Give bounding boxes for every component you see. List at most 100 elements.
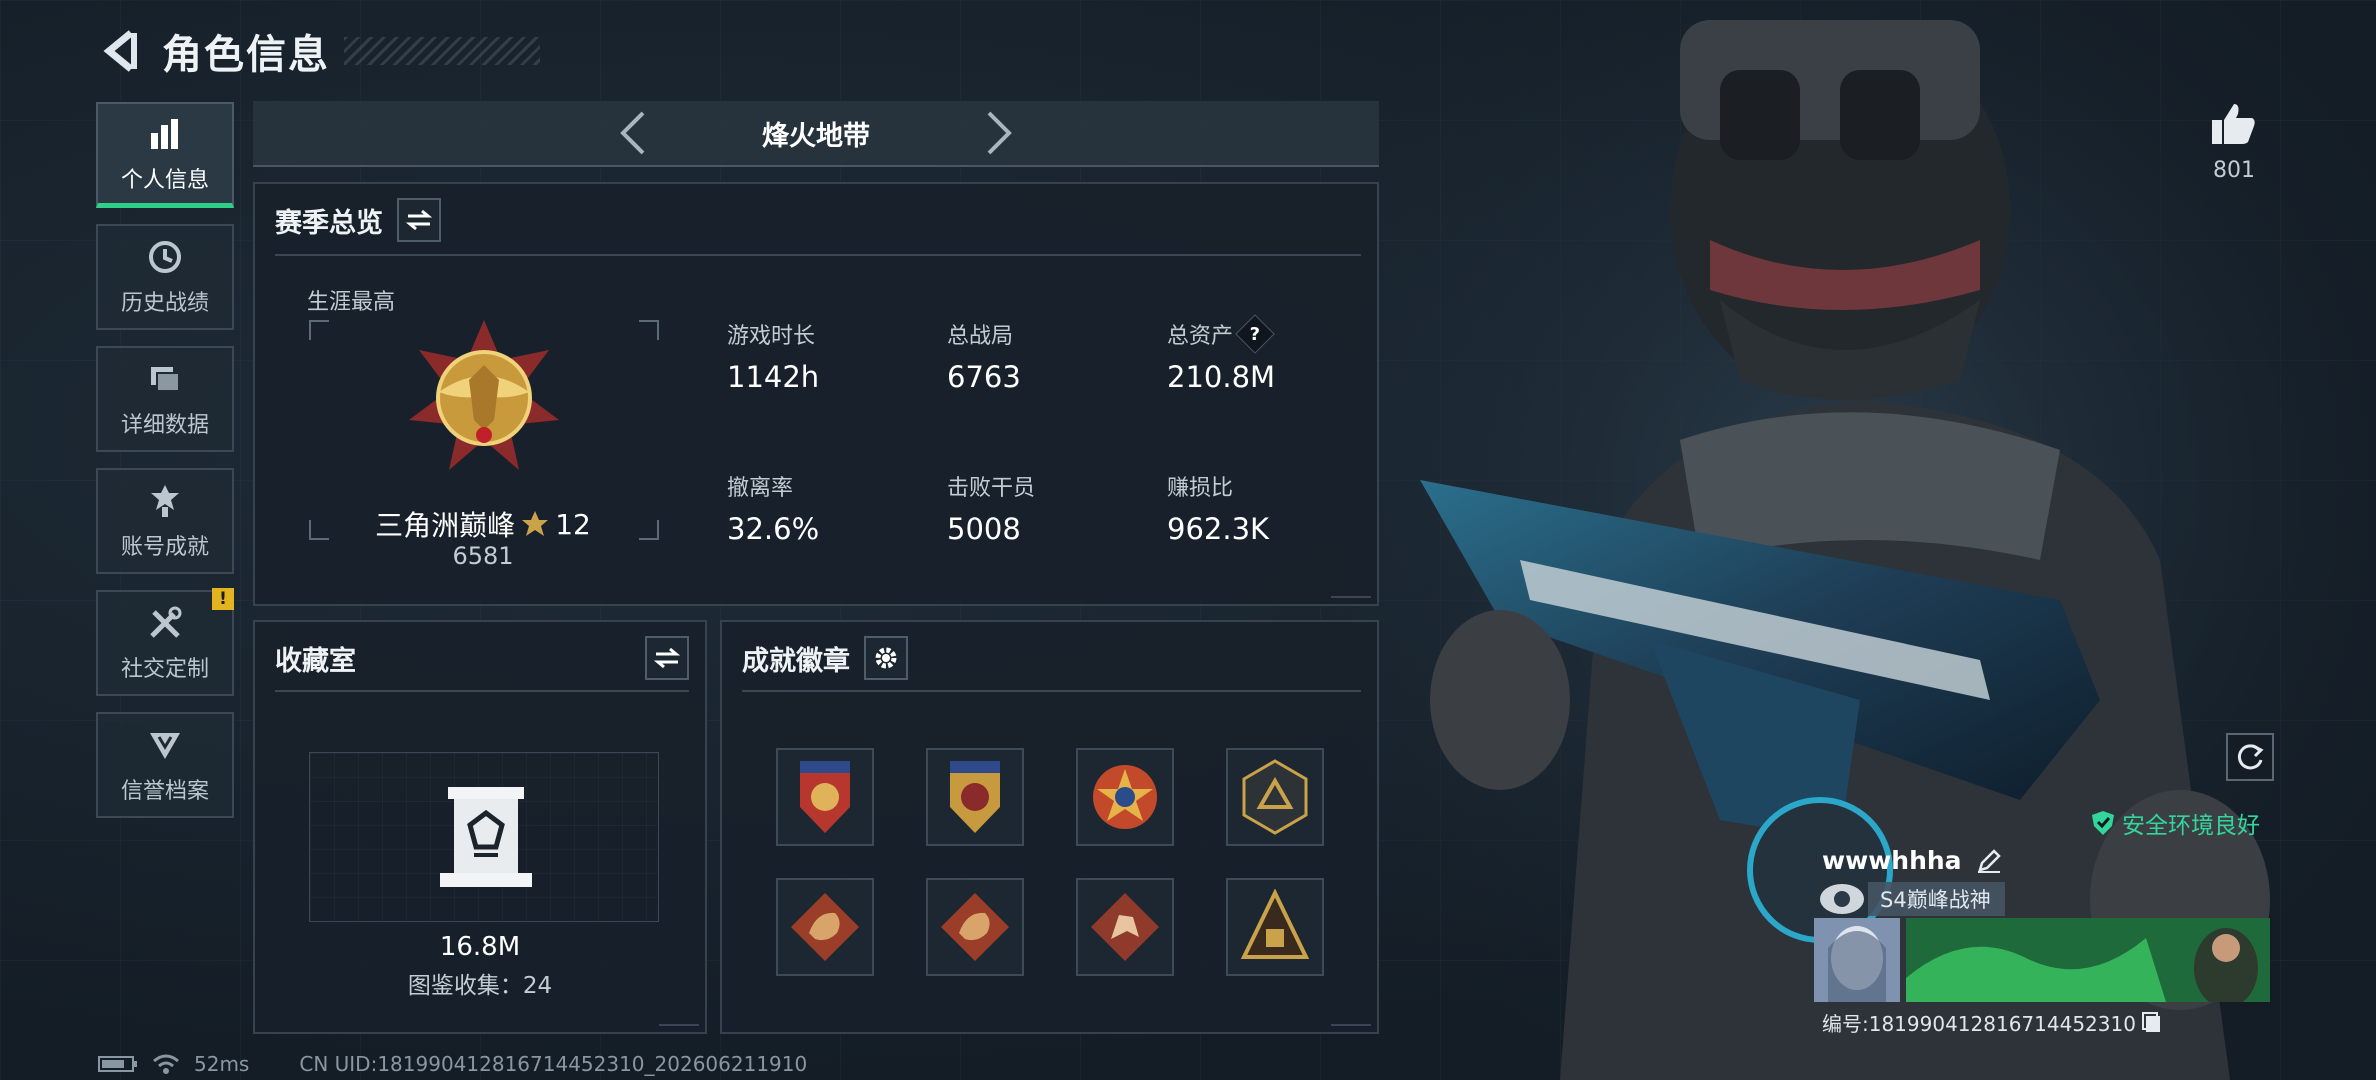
nav-label: 详细数据 bbox=[120, 413, 209, 438]
corner-decoration bbox=[1331, 588, 1371, 598]
season-switch-button[interactable] bbox=[397, 198, 441, 242]
player-card: wwwhhha S4巅峰战神 编号:181990412816714452310 bbox=[1812, 838, 2272, 1038]
refresh-icon bbox=[2237, 744, 2264, 770]
stat-label: 总战局 bbox=[947, 324, 1014, 349]
stat-value: 6763 bbox=[947, 360, 1021, 394]
achievement-badge[interactable] bbox=[1226, 748, 1324, 846]
shield-badge-icon bbox=[950, 761, 1000, 833]
like-count: 801 bbox=[2213, 158, 2255, 183]
divider bbox=[275, 254, 1361, 256]
dragon-badge-icon bbox=[941, 893, 1009, 961]
nav-label: 历史战绩 bbox=[120, 291, 209, 316]
collection-showcase[interactable] bbox=[309, 752, 659, 922]
stat-value: 962.3K bbox=[1167, 512, 1270, 546]
pyramid-badge-icon bbox=[1240, 889, 1310, 959]
edit-icon[interactable] bbox=[1976, 848, 2002, 874]
stat-total-matches: 总战局 6763 bbox=[947, 318, 1147, 394]
achievement-badge[interactable] bbox=[776, 878, 874, 976]
season-header: 赛季总览 bbox=[275, 198, 441, 242]
rank-points: 6581 bbox=[452, 542, 514, 570]
player-name-row: wwwhhha bbox=[1822, 846, 2002, 875]
collection-header: 收藏室 bbox=[275, 636, 689, 680]
rank-emblem-icon bbox=[409, 320, 559, 470]
player-name: wwwhhha bbox=[1822, 846, 1962, 875]
player-title-row: S4巅峰战神 bbox=[1818, 882, 2005, 916]
shield-check-icon bbox=[2092, 811, 2114, 835]
divider bbox=[275, 690, 689, 692]
achievement-badge[interactable] bbox=[926, 748, 1024, 846]
player-cards bbox=[1814, 918, 2270, 1002]
wifi-icon bbox=[153, 1054, 179, 1074]
help-button[interactable]: ? bbox=[1235, 314, 1275, 354]
nav-item-personal-info[interactable]: 个人信息 bbox=[96, 102, 234, 208]
avatar[interactable] bbox=[1814, 918, 1900, 1002]
nav-item-credit[interactable]: 信誉档案 bbox=[96, 712, 234, 818]
safety-status: 安全环境良好 bbox=[2090, 806, 2260, 840]
swap-icon bbox=[406, 209, 432, 231]
mode-selector: 烽火地带 bbox=[253, 101, 1379, 167]
stat-label: 总资产 bbox=[1167, 324, 1234, 349]
stat-extract-rate: 撤离率 32.6% bbox=[727, 470, 927, 546]
nav-label: 社交定制 bbox=[120, 657, 209, 682]
thumbs-up-icon bbox=[2212, 104, 2255, 144]
refresh-button[interactable] bbox=[2226, 733, 2274, 781]
player-uid-row: 编号:181990412816714452310 bbox=[1822, 1008, 2162, 1037]
season-overview-panel: 赛季总览 生涯最高 三角洲巅峰 12 6581 游戏时长 1142h 总战局 6… bbox=[253, 182, 1379, 606]
stat-value: 1142h bbox=[727, 360, 820, 394]
nav-item-social-custom[interactable]: 社交定制 ! bbox=[96, 588, 234, 696]
collection-value: 16.8M bbox=[439, 932, 521, 962]
stat-label: 赚损比 bbox=[1167, 476, 1234, 501]
collection-switch-button[interactable] bbox=[645, 636, 689, 680]
stat-total-assets: 总资产 ? 210.8M bbox=[1167, 314, 1367, 394]
stat-value: 5008 bbox=[947, 512, 1021, 546]
back-arrow-icon bbox=[103, 30, 137, 72]
nav-item-history[interactable]: 历史战绩 bbox=[96, 224, 234, 330]
page-title: 角色信息 bbox=[162, 32, 330, 78]
stat-value: 210.8M bbox=[1167, 360, 1276, 394]
nav-label: 信誉档案 bbox=[120, 779, 209, 804]
player-title: S4巅峰战神 bbox=[1868, 882, 2005, 916]
nav-item-detail-data[interactable]: 详细数据 bbox=[96, 346, 234, 452]
stat-label: 游戏时长 bbox=[727, 324, 816, 349]
credit-icon bbox=[145, 725, 185, 765]
achievement-icon bbox=[145, 481, 185, 521]
display-case-icon bbox=[440, 787, 532, 887]
hexagon-badge-icon bbox=[1242, 759, 1308, 835]
mode-label: 烽火地带 bbox=[762, 120, 870, 152]
history-icon bbox=[145, 237, 185, 277]
star-medal-icon bbox=[1093, 765, 1157, 829]
stat-operators-defeated: 击败干员 5008 bbox=[947, 470, 1147, 546]
collection-count: 图鉴收集：24 bbox=[407, 973, 553, 999]
stat-label-row: 总资产 ? bbox=[1167, 314, 1367, 354]
status-footer: 52ms CN UID:181990412816714452310_202606… bbox=[98, 1052, 807, 1076]
dragon-badge-icon bbox=[791, 893, 859, 961]
achievement-badge[interactable] bbox=[1076, 748, 1174, 846]
safety-text: 安全环境良好 bbox=[2122, 813, 2260, 839]
bar-chart-icon bbox=[145, 114, 185, 154]
collection-title: 收藏室 bbox=[275, 645, 356, 677]
folder-icon bbox=[145, 359, 185, 399]
name-card-banner[interactable] bbox=[1906, 918, 2270, 1002]
badges-header: 成就徽章 bbox=[742, 636, 908, 680]
career-label: 生涯最高 bbox=[307, 290, 396, 315]
ping-value: 52ms bbox=[194, 1052, 250, 1076]
corner-decoration bbox=[1331, 1016, 1371, 1026]
player-uid: 编号:181990412816714452310 bbox=[1822, 1012, 2136, 1036]
achievement-badge[interactable] bbox=[1076, 878, 1174, 976]
back-button[interactable] bbox=[96, 24, 146, 78]
swap-icon bbox=[654, 647, 680, 669]
header: 角色信息 bbox=[96, 22, 540, 80]
mode-next-button[interactable] bbox=[975, 108, 1025, 158]
mode-prev-button[interactable] bbox=[607, 108, 657, 158]
chevron-left-icon bbox=[620, 111, 645, 155]
like-button[interactable] bbox=[2208, 98, 2260, 150]
nav-item-achievements[interactable]: 账号成就 bbox=[96, 468, 234, 574]
notification-badge: ! bbox=[212, 588, 234, 610]
copy-icon[interactable] bbox=[2141, 1011, 2162, 1034]
achievement-badge[interactable] bbox=[776, 748, 874, 846]
badges-settings-button[interactable] bbox=[864, 636, 908, 680]
nav-label: 账号成就 bbox=[120, 535, 209, 560]
achievement-badge[interactable] bbox=[1226, 878, 1324, 976]
stat-play-time: 游戏时长 1142h bbox=[727, 318, 927, 394]
achievement-badge[interactable] bbox=[926, 878, 1024, 976]
